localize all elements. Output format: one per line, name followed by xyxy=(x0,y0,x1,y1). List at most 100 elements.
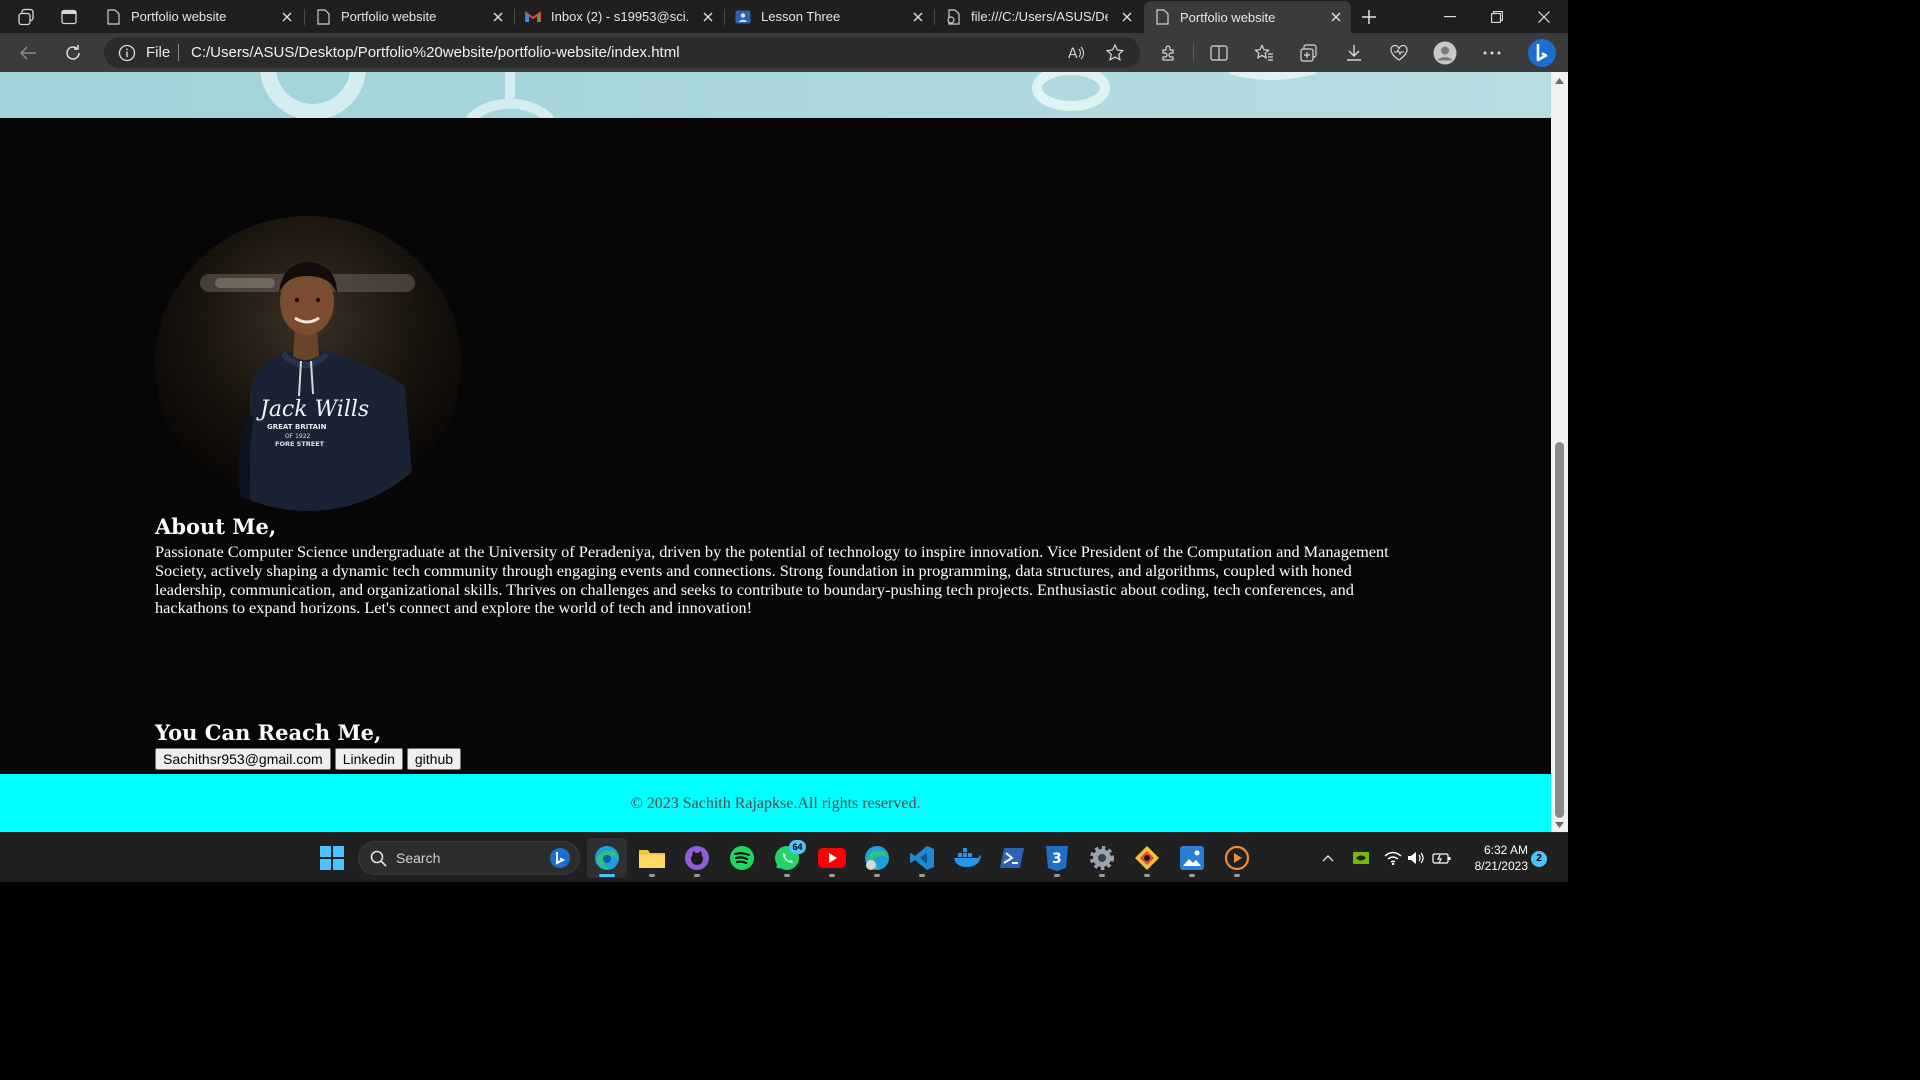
refresh-icon[interactable] xyxy=(57,38,89,68)
page-scrollbar[interactable] xyxy=(1551,72,1568,832)
page-icon xyxy=(1154,9,1170,25)
new-tab-icon[interactable] xyxy=(1355,4,1383,30)
hero-banner-bottom xyxy=(0,72,1551,118)
tab-gmail-inbox[interactable]: Inbox (2) - s19953@sci.pdn xyxy=(515,3,723,30)
workspaces-icon[interactable] xyxy=(12,4,40,30)
svg-text:A: A xyxy=(1068,46,1078,62)
back-arrow-icon[interactable] xyxy=(12,38,44,68)
tab-title: Inbox (2) - s19953@sci.pdn xyxy=(551,9,689,24)
spotify-icon[interactable] xyxy=(722,838,762,878)
info-icon[interactable] xyxy=(118,44,136,62)
scrollbar-thumb[interactable] xyxy=(1555,442,1564,818)
url-text[interactable]: C:/Users/ASUS/Desktop/Portfolio%20websit… xyxy=(191,44,680,61)
close-window-icon[interactable] xyxy=(1521,0,1567,33)
scroll-up-icon[interactable] xyxy=(1554,76,1565,86)
notification-badge[interactable]: 2 xyxy=(1531,851,1547,867)
vscode-icon[interactable] xyxy=(902,838,942,878)
photo-print-brand: Jack Wills xyxy=(256,397,369,422)
tab-title: Portfolio website xyxy=(1180,9,1276,25)
restore-icon[interactable] xyxy=(1474,0,1520,33)
clock-date: 8/21/2023 xyxy=(1474,859,1528,873)
system-clock[interactable]: 6:32 AM 8/21/2023 xyxy=(1460,842,1528,874)
address-bar[interactable]: File C:/Users/ASUS/Desktop/Portfolio%20w… xyxy=(104,37,1140,68)
tab-title: Lesson Three xyxy=(761,9,841,24)
minimize-icon[interactable] xyxy=(1427,0,1473,33)
whatsapp-icon[interactable]: 64 xyxy=(767,838,807,878)
about-section: Jack Wills GREAT BRITAIN OF 1922 FORE ST… xyxy=(0,118,1551,774)
downloads-icon[interactable] xyxy=(1338,38,1370,68)
bing-chat-icon[interactable] xyxy=(1524,38,1560,68)
edge-browser-icon[interactable] xyxy=(587,838,627,878)
close-icon[interactable] xyxy=(909,8,927,26)
settings-gear-icon[interactable] xyxy=(1082,838,1122,878)
close-icon[interactable] xyxy=(699,8,717,26)
taskbar-search[interactable]: Search xyxy=(358,841,580,875)
git-kraken-icon[interactable] xyxy=(1127,838,1167,878)
github-desktop-icon[interactable] xyxy=(677,838,717,878)
close-icon[interactable] xyxy=(1118,8,1136,26)
github-button[interactable]: github xyxy=(406,748,462,770)
favorite-star-icon[interactable] xyxy=(1105,43,1125,63)
about-heading: About Me, xyxy=(155,514,277,539)
volume-icon[interactable] xyxy=(1406,848,1426,868)
browser-essentials-icon[interactable] xyxy=(1383,38,1415,68)
lesson-icon xyxy=(735,9,751,25)
tab-lesson-three[interactable]: Lesson Three xyxy=(725,3,933,30)
about-paragraph: Passionate Computer Science undergraduat… xyxy=(155,542,1389,618)
scheme-label: File xyxy=(146,44,171,61)
linkedin-button[interactable]: Linkedin xyxy=(334,748,403,770)
youtube-icon[interactable] xyxy=(812,838,852,878)
collections-icon[interactable] xyxy=(1293,38,1325,68)
photo-editor-icon[interactable] xyxy=(1172,838,1212,878)
page-footer: © 2023 Sachith Rajapkse.All rights reser… xyxy=(0,774,1551,832)
close-icon[interactable] xyxy=(489,8,507,26)
tab-portfolio-active[interactable]: Portfolio website xyxy=(1144,1,1351,33)
edge-profile-icon[interactable] xyxy=(857,838,897,878)
nvidia-tray-icon[interactable] xyxy=(1351,848,1371,868)
search-icon xyxy=(370,850,387,872)
page-icon xyxy=(315,8,331,25)
tab-strip: Portfolio website Portfolio website Inbo… xyxy=(0,0,1568,33)
tab-title: Portfolio website xyxy=(341,9,437,24)
copyright-text: © 2023 Sachith Rajapkse.All rights reser… xyxy=(630,795,921,812)
bing-icon xyxy=(549,847,571,874)
docker-icon[interactable] xyxy=(947,838,987,878)
powershell-icon[interactable] xyxy=(992,838,1032,878)
close-icon[interactable] xyxy=(1327,8,1345,26)
browser-toolbar: File C:/Users/ASUS/Desktop/Portfolio%20w… xyxy=(0,33,1568,72)
wifi-icon[interactable] xyxy=(1383,848,1403,868)
read-aloud-icon[interactable]: A xyxy=(1066,43,1086,63)
profile-avatar-icon[interactable] xyxy=(1429,38,1461,68)
search-label: Search xyxy=(396,850,441,866)
start-windows-icon[interactable] xyxy=(312,838,352,878)
photo-print-line2: GREAT BRITAIN xyxy=(267,423,327,431)
email-button[interactable]: Sachithsr953@gmail.com xyxy=(155,748,331,770)
css3-icon[interactable]: 3 xyxy=(1037,838,1077,878)
tab-actions-icon[interactable] xyxy=(55,4,83,30)
photo-print-line3: OF 1922 xyxy=(285,433,311,440)
battery-icon[interactable] xyxy=(1432,848,1452,868)
clock-time: 6:32 AM xyxy=(1483,843,1528,857)
extensions-icon[interactable] xyxy=(1153,38,1185,68)
windows-taskbar: Search 64 3 6:32 AM 8/21/2023 2 xyxy=(0,832,1568,882)
file-explorer-icon[interactable] xyxy=(632,838,672,878)
file-icon xyxy=(945,8,961,25)
tray-expand-icon[interactable] xyxy=(1318,848,1338,868)
media-player-icon[interactable] xyxy=(1217,838,1257,878)
whatsapp-badge: 64 xyxy=(789,840,806,854)
svg-text:3: 3 xyxy=(1052,851,1062,867)
favorites-icon[interactable] xyxy=(1248,38,1280,68)
contact-buttons: Sachithsr953@gmail.com Linkedin github xyxy=(155,748,462,770)
gmail-icon xyxy=(525,9,541,25)
split-screen-icon[interactable] xyxy=(1203,38,1235,68)
close-icon[interactable] xyxy=(278,8,296,26)
tab-local-file[interactable]: file:///C:/Users/ASUS/Desk xyxy=(935,3,1142,30)
tab-portfolio-2[interactable]: Portfolio website xyxy=(305,3,513,30)
more-options-icon[interactable] xyxy=(1476,38,1508,68)
reach-heading: You Can Reach Me, xyxy=(155,720,382,745)
photo-print-line4: FORE STREET xyxy=(275,440,325,448)
tab-portfolio-1[interactable]: Portfolio website xyxy=(95,3,302,30)
page-icon xyxy=(105,8,121,25)
page-viewport: Jack Wills GREAT BRITAIN OF 1922 FORE ST… xyxy=(0,72,1551,832)
scroll-down-icon[interactable] xyxy=(1554,820,1565,830)
